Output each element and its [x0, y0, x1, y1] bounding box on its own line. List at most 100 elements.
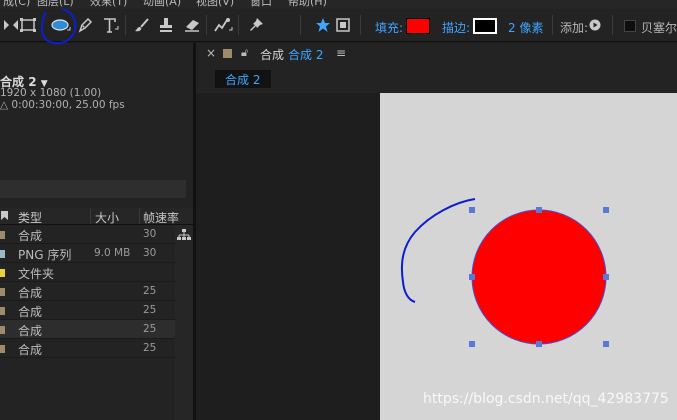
selection-handle[interactable]	[469, 207, 475, 213]
item-type: 合成	[18, 305, 43, 319]
project-panel: 合成 2 ▼ 1920 x 1080 (1.00) △ 0:00:30:00, …	[0, 43, 193, 420]
item-type: 文件夹	[18, 267, 55, 281]
selection-handle[interactable]	[536, 341, 542, 347]
flowchart-icon[interactable]	[177, 229, 191, 241]
composition-viewer[interactable]	[196, 93, 677, 420]
project-item-row[interactable]: 合成 30	[0, 225, 175, 244]
type-tool-button[interactable]	[99, 15, 121, 35]
selection-handle[interactable]	[536, 207, 542, 213]
tab-composition-name[interactable]: 合成 2	[288, 46, 323, 63]
stroke-label[interactable]: 描边:	[442, 19, 470, 36]
pin-icon	[250, 18, 263, 31]
item-type: 合成	[18, 229, 43, 243]
brush-tool-button[interactable]	[131, 15, 153, 35]
selection-handle[interactable]	[469, 274, 475, 280]
label-color-swatch[interactable]	[0, 345, 5, 353]
project-item-row[interactable]: 合成 25	[0, 339, 175, 358]
column-size[interactable]: 大小	[95, 209, 119, 226]
label-color-swatch[interactable]	[0, 250, 5, 258]
menu-layer[interactable]: 图层(L)	[37, 0, 74, 9]
menu-composition[interactable]: 成(C)	[3, 0, 30, 9]
project-item-row[interactable]: PNG 序列 9.0 MB 30	[0, 244, 175, 263]
item-fps: 25	[143, 323, 157, 335]
close-icon[interactable]: ×	[206, 46, 216, 60]
comp-subtab[interactable]: 合成 2	[215, 70, 271, 88]
eraser-icon	[185, 20, 199, 32]
bezier-checkbox[interactable]	[624, 20, 636, 32]
selection-handle[interactable]	[603, 341, 609, 347]
label-color-swatch[interactable]	[0, 326, 5, 334]
play-circle-icon	[589, 19, 601, 31]
project-table-header: 类型 大小 帧速率	[0, 208, 193, 225]
stroke-width-value[interactable]: 2 像素	[508, 19, 543, 36]
selection-handle[interactable]	[603, 207, 609, 213]
star-tool-button[interactable]	[312, 15, 334, 35]
ellipse-tool-button[interactable]	[48, 15, 72, 35]
roto-brush-icon	[214, 18, 233, 32]
star-icon	[316, 18, 330, 32]
column-divider	[90, 208, 91, 224]
menu-window[interactable]: 窗口	[250, 0, 272, 9]
mask-toggle-button[interactable]	[332, 15, 354, 35]
selection-handle[interactable]	[469, 341, 475, 347]
clone-stamp-tool-button[interactable]	[155, 15, 177, 35]
toolbar-separator	[238, 15, 239, 35]
toolbar-separator	[612, 15, 613, 35]
item-type: PNG 序列	[18, 248, 72, 262]
menu-effect[interactable]: 效果(T)	[90, 0, 127, 9]
column-divider	[139, 208, 140, 224]
mask-grid-icon	[336, 18, 350, 32]
project-item-row[interactable]: 合成 25	[0, 282, 175, 301]
roto-brush-tool-button[interactable]	[212, 15, 234, 35]
column-type[interactable]: 类型	[18, 209, 42, 226]
label-color-swatch[interactable]	[0, 231, 5, 239]
item-fps: 25	[143, 285, 157, 297]
label-color-swatch[interactable]	[0, 269, 5, 277]
watermark-text: https://blog.csdn.net/qq_42983775	[423, 391, 669, 407]
add-dropdown-button[interactable]	[588, 15, 602, 35]
toolbar-separator	[300, 15, 301, 35]
ellipse-shape[interactable]	[471, 209, 607, 345]
eraser-tool-button[interactable]	[181, 15, 203, 35]
selection-handle[interactable]	[603, 274, 609, 280]
puppet-pin-tool-button[interactable]	[245, 15, 267, 35]
label-tag-icon[interactable]	[0, 210, 9, 224]
tab-composition-label[interactable]: 合成	[260, 46, 284, 63]
item-fps: 30	[143, 247, 157, 259]
column-fps[interactable]: 帧速率	[143, 209, 179, 226]
comp-dimensions: 1920 x 1080 (1.00)	[0, 87, 102, 99]
toolbar-separator	[206, 15, 207, 35]
label-color-swatch[interactable]	[0, 307, 5, 315]
project-item-row[interactable]: 合成 25	[0, 301, 175, 320]
project-side-strip	[175, 225, 193, 420]
item-type: 合成	[18, 343, 43, 357]
composition-canvas[interactable]	[380, 93, 677, 420]
stroke-color-swatch[interactable]	[473, 18, 497, 34]
menubar: 成(C) 图层(L) 效果(T) 动画(A) 视图(V) 窗口 帮助(H)	[0, 0, 677, 9]
toolbar-separator	[552, 15, 553, 35]
brush-icon	[135, 18, 149, 32]
label-color-swatch[interactable]	[0, 288, 5, 296]
fill-color-swatch[interactable]	[406, 18, 430, 34]
project-item-row[interactable]: 合成 25	[0, 320, 175, 339]
lock-icon[interactable]: 🔓︎	[241, 46, 248, 60]
ellipse-icon	[51, 19, 71, 31]
composition-panel: × 🔓︎ 合成 合成 2 ≡ 合成 2 https://blog.csdn.ne…	[196, 43, 677, 420]
rectangle-tool-button[interactable]	[17, 15, 39, 35]
add-label: 添加:	[560, 21, 589, 35]
bezier-label: 贝塞尔	[641, 21, 677, 35]
menu-help[interactable]: 帮助(H)	[288, 0, 327, 9]
project-search-input[interactable]	[0, 180, 186, 198]
menu-view[interactable]: 视图(V)	[196, 0, 234, 9]
stamp-icon	[160, 18, 172, 32]
type-icon	[104, 18, 119, 33]
item-size: 9.0 MB	[94, 247, 131, 259]
panel-menu-icon[interactable]: ≡	[336, 46, 346, 60]
pen-tool-button[interactable]	[74, 15, 96, 35]
rectangle-icon	[20, 18, 36, 32]
fill-label[interactable]: 填充:	[375, 19, 403, 36]
project-item-row[interactable]: 文件夹	[0, 263, 175, 282]
item-fps: 25	[143, 342, 157, 354]
item-fps: 30	[143, 228, 157, 240]
menu-animation[interactable]: 动画(A)	[143, 0, 181, 9]
